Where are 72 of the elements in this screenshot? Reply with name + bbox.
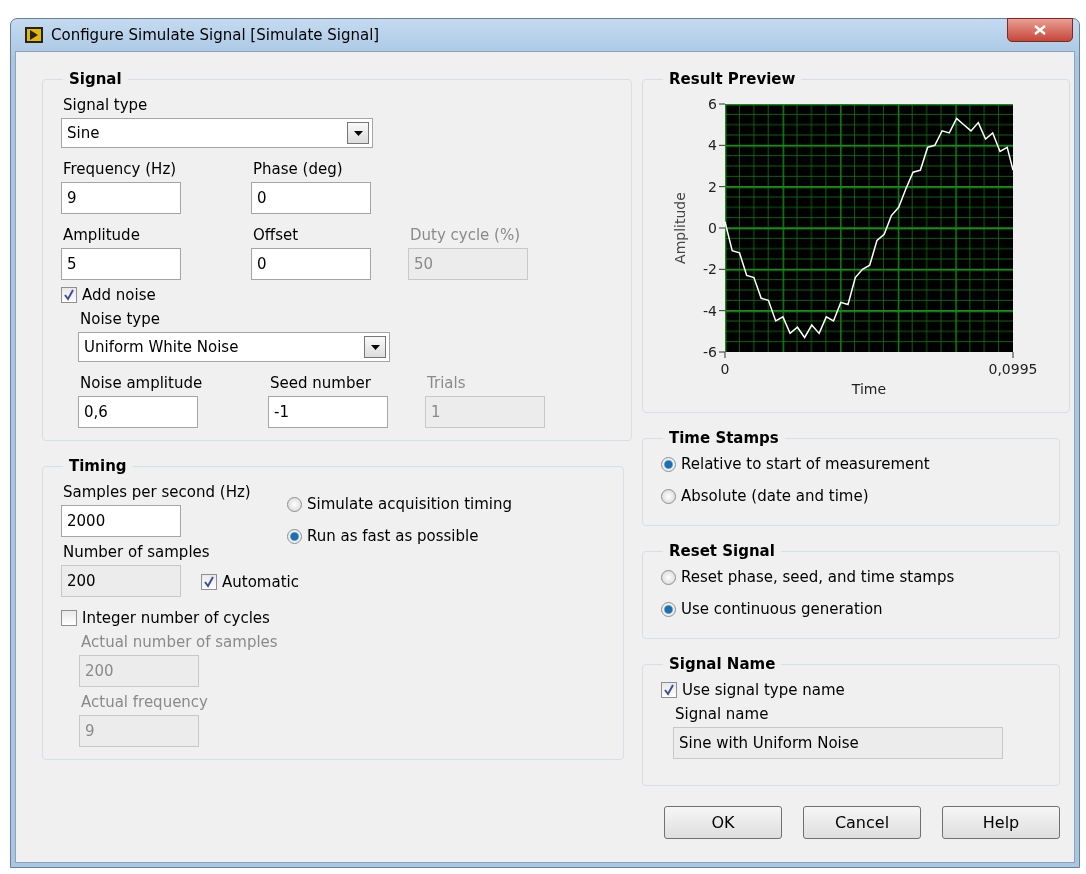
field-label: Amplitude	[63, 226, 141, 244]
input-field[interactable]: 5	[61, 248, 181, 280]
tick-label: -2	[703, 261, 717, 278]
radio-label: Simulate acquisition timing	[307, 495, 513, 513]
tick-label: 6	[708, 96, 717, 112]
field-label: Noise type	[80, 310, 161, 328]
group-title: Signal Name	[668, 655, 777, 673]
tick-label: 0	[708, 220, 717, 236]
group-title: Result Preview	[668, 70, 797, 88]
close-button[interactable]	[1007, 18, 1073, 42]
checkbox[interactable]	[201, 574, 217, 590]
dialog-button[interactable]: OK	[664, 806, 782, 839]
checkbox-label: Automatic	[222, 573, 299, 591]
dialog-button[interactable]: Help	[942, 806, 1060, 839]
axis-title: Time	[851, 381, 887, 397]
radio-label: Relative to start of measurement	[681, 455, 930, 473]
tick-label: 0,0995	[988, 361, 1038, 377]
field-label: Frequency (Hz)	[63, 160, 178, 178]
app-icon	[25, 27, 43, 43]
input-field[interactable]: 0,6	[78, 396, 198, 428]
field-label: Seed number	[270, 374, 372, 392]
group-title: Timing	[68, 457, 128, 475]
checkbox-label: Add noise	[82, 286, 156, 304]
field-label: Duty cycle (%)	[410, 226, 522, 244]
dropdown[interactable]: Sine	[61, 118, 373, 148]
axis-title: Amplitude	[672, 192, 688, 264]
input-field[interactable]: 200	[61, 565, 181, 597]
caret-icon	[370, 344, 380, 350]
checkbox-label: Integer number of cycles	[82, 609, 270, 627]
tick-label: 0	[720, 361, 730, 377]
tick-label: 4	[708, 137, 717, 154]
field-label: Signal type	[63, 96, 149, 114]
window-title: Configure Simulate Signal [Simulate Signal]	[51, 26, 380, 44]
tick-label: -6	[703, 344, 717, 360]
checkbox[interactable]	[61, 287, 77, 303]
field-label: Actual frequency	[81, 693, 209, 711]
tick-label: -4	[703, 302, 717, 319]
radio-label: Reset phase, seed, and time stamps	[681, 568, 955, 586]
close-icon	[1034, 25, 1046, 35]
input-field[interactable]: 0	[251, 182, 371, 214]
caret-icon	[353, 130, 363, 136]
dialog-button[interactable]: Cancel	[803, 806, 921, 839]
input-field[interactable]: 0	[251, 248, 371, 280]
tick-label: 2	[708, 178, 717, 195]
radio-button[interactable]	[287, 528, 302, 544]
field-label: Signal name	[675, 705, 770, 723]
input-field[interactable]: 2000	[61, 505, 181, 537]
radio-button[interactable]	[661, 601, 676, 617]
checkbox[interactable]	[661, 682, 677, 698]
checkbox[interactable]	[61, 610, 77, 626]
group-title: Reset Signal	[668, 542, 776, 560]
radio-label: Use continuous generation	[681, 600, 883, 618]
radio-button[interactable]	[661, 488, 676, 504]
field-label: Trials	[427, 374, 467, 392]
input-field[interactable]: Sine with Uniform Noise	[673, 727, 1003, 759]
group-title: Time Stamps	[668, 429, 780, 447]
field-label: Noise amplitude	[80, 374, 204, 392]
radio-button[interactable]	[661, 456, 676, 472]
field-label: Number of samples	[63, 543, 211, 561]
input-field[interactable]: -1	[268, 396, 388, 428]
field-label: Samples per second (Hz)	[63, 483, 252, 501]
radio-label: Run as fast as possible	[307, 527, 479, 545]
radio-button[interactable]	[287, 496, 302, 512]
input-field[interactable]: 9	[61, 182, 181, 214]
radio-button[interactable]	[661, 569, 676, 585]
field-label: Phase (deg)	[253, 160, 344, 178]
radio-label: Absolute (date and time)	[681, 487, 869, 505]
field-label: Offset	[253, 226, 300, 244]
group-title: Signal	[68, 70, 123, 88]
checkbox-label: Use signal type name	[682, 681, 845, 699]
dropdown[interactable]: Uniform White Noise	[78, 332, 390, 362]
field-label: Actual number of samples	[81, 633, 279, 651]
